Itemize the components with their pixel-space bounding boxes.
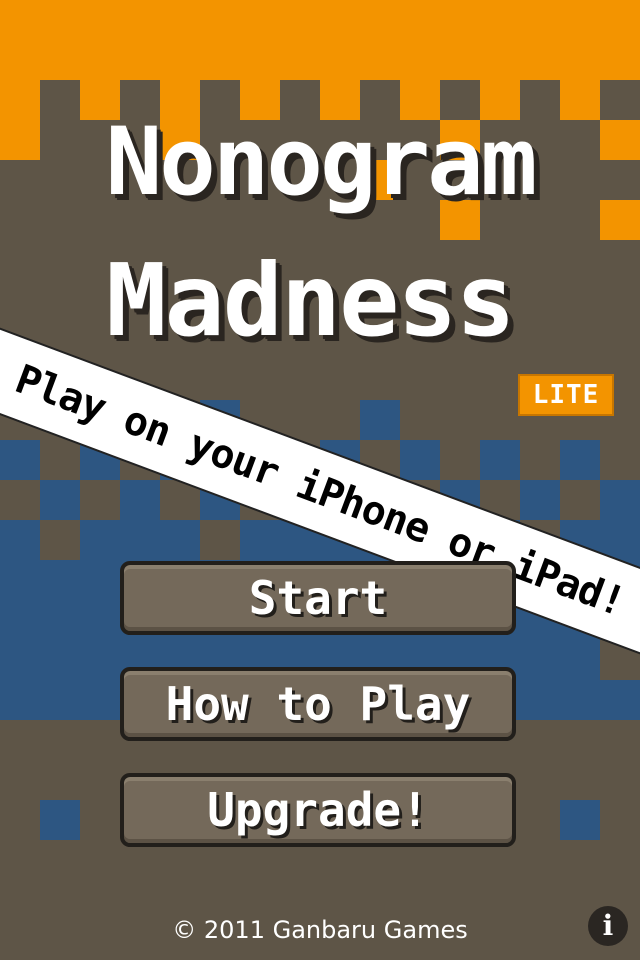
- copyright-text: © 2011 Ganbaru Games: [172, 916, 468, 944]
- how-to-play-button[interactable]: How to Play: [120, 667, 516, 741]
- start-button[interactable]: Start: [120, 561, 516, 635]
- info-icon[interactable]: i: [588, 906, 628, 946]
- lite-badge: LITE: [518, 374, 614, 416]
- upgrade-button[interactable]: Upgrade!: [120, 773, 516, 847]
- title-line-2: Madness: [106, 242, 515, 359]
- title-line-1: Nonogram: [105, 108, 538, 217]
